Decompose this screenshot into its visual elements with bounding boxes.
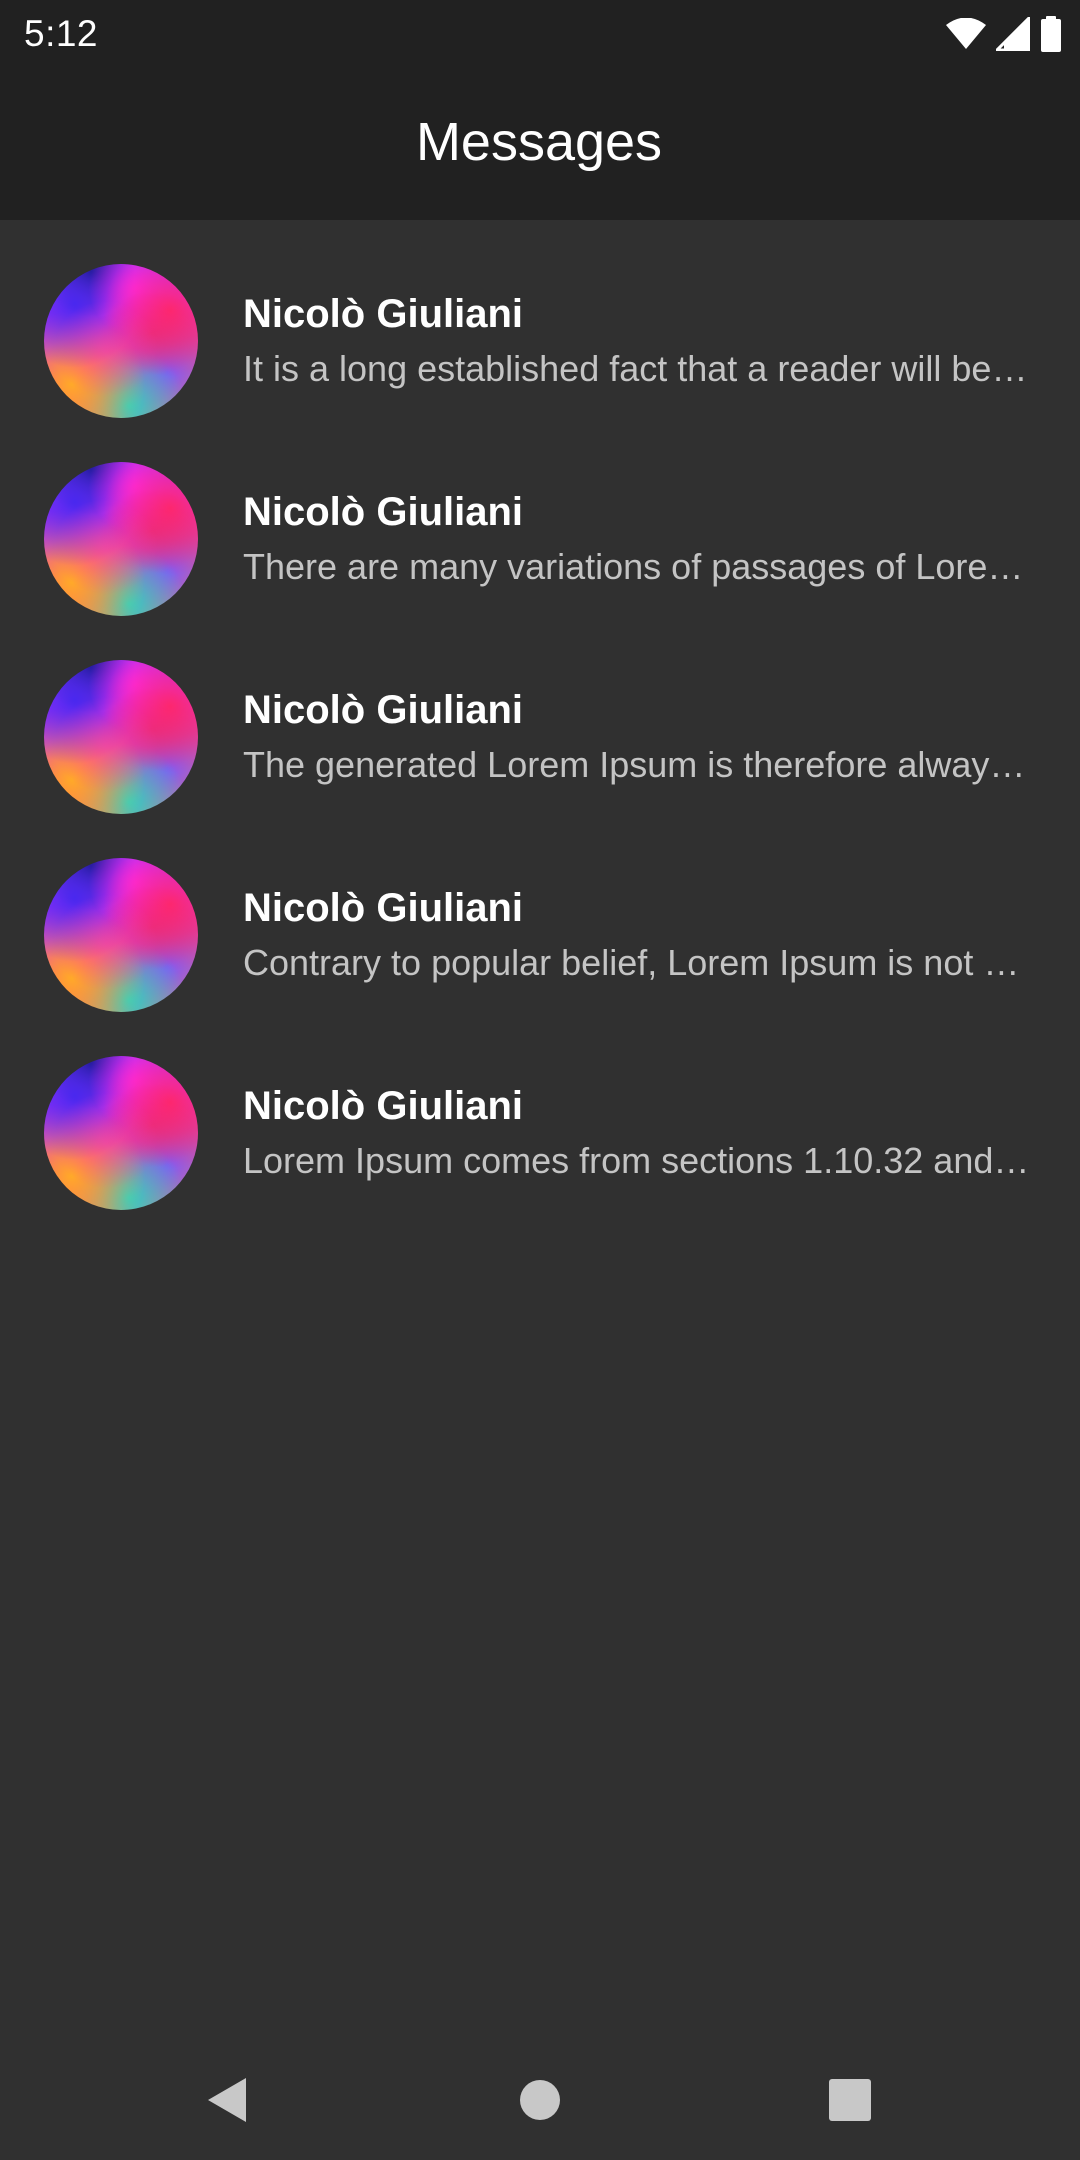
message-list-item[interactable]: Nicolò Giuliani It is a long established… — [0, 220, 1080, 418]
message-list-item[interactable]: Nicolò Giuliani There are many variation… — [0, 418, 1080, 616]
status-icons — [946, 14, 1062, 54]
avatar — [44, 660, 198, 814]
message-list: Nicolò Giuliani It is a long established… — [0, 220, 1080, 1210]
page-title: Messages — [415, 112, 663, 172]
sender-name: Nicolò Giuliani — [243, 490, 524, 534]
message-list-item[interactable]: Nicolò Giuliani Lorem Ipsum comes from s… — [0, 1012, 1080, 1210]
message-preview: Lorem Ipsum comes from sections 1.10.32 … — [243, 1140, 1033, 1181]
sender-name: Nicolò Giuliani — [243, 688, 524, 732]
battery-icon — [1040, 16, 1062, 52]
back-icon — [208, 2078, 246, 2122]
avatar — [44, 264, 198, 418]
sender-name: Nicolò Giuliani — [243, 292, 524, 336]
message-preview: Contrary to popular belief, Lorem Ipsum … — [243, 942, 1033, 983]
cell-signal-icon — [996, 17, 1030, 51]
messages-screen: 5:12 Messages Nicolò Giuliani It is a lo… — [0, 0, 1080, 2160]
recents-icon — [829, 2079, 871, 2121]
avatar — [44, 462, 198, 616]
status-bar: 5:12 — [0, 0, 1080, 68]
message-preview: There are many variations of passages of… — [243, 546, 1033, 587]
message-list-item[interactable]: Nicolò Giuliani The generated Lorem Ipsu… — [0, 616, 1080, 814]
recents-button[interactable] — [818, 2068, 882, 2132]
system-nav-bar — [0, 2040, 1080, 2160]
avatar — [44, 1056, 198, 1210]
wifi-icon — [946, 18, 986, 50]
message-preview: It is a long established fact that a rea… — [243, 348, 1033, 389]
home-button[interactable] — [508, 2068, 572, 2132]
sender-name: Nicolò Giuliani — [243, 1084, 524, 1128]
home-icon — [520, 2080, 560, 2120]
avatar — [44, 858, 198, 1012]
sender-name: Nicolò Giuliani — [243, 886, 524, 930]
message-preview: The generated Lorem Ipsum is therefore a… — [243, 744, 1033, 785]
status-time: 5:12 — [24, 13, 99, 54]
app-bar: Messages — [0, 68, 1080, 220]
back-button[interactable] — [196, 2068, 260, 2132]
message-list-item[interactable]: Nicolò Giuliani Contrary to popular beli… — [0, 814, 1080, 1012]
